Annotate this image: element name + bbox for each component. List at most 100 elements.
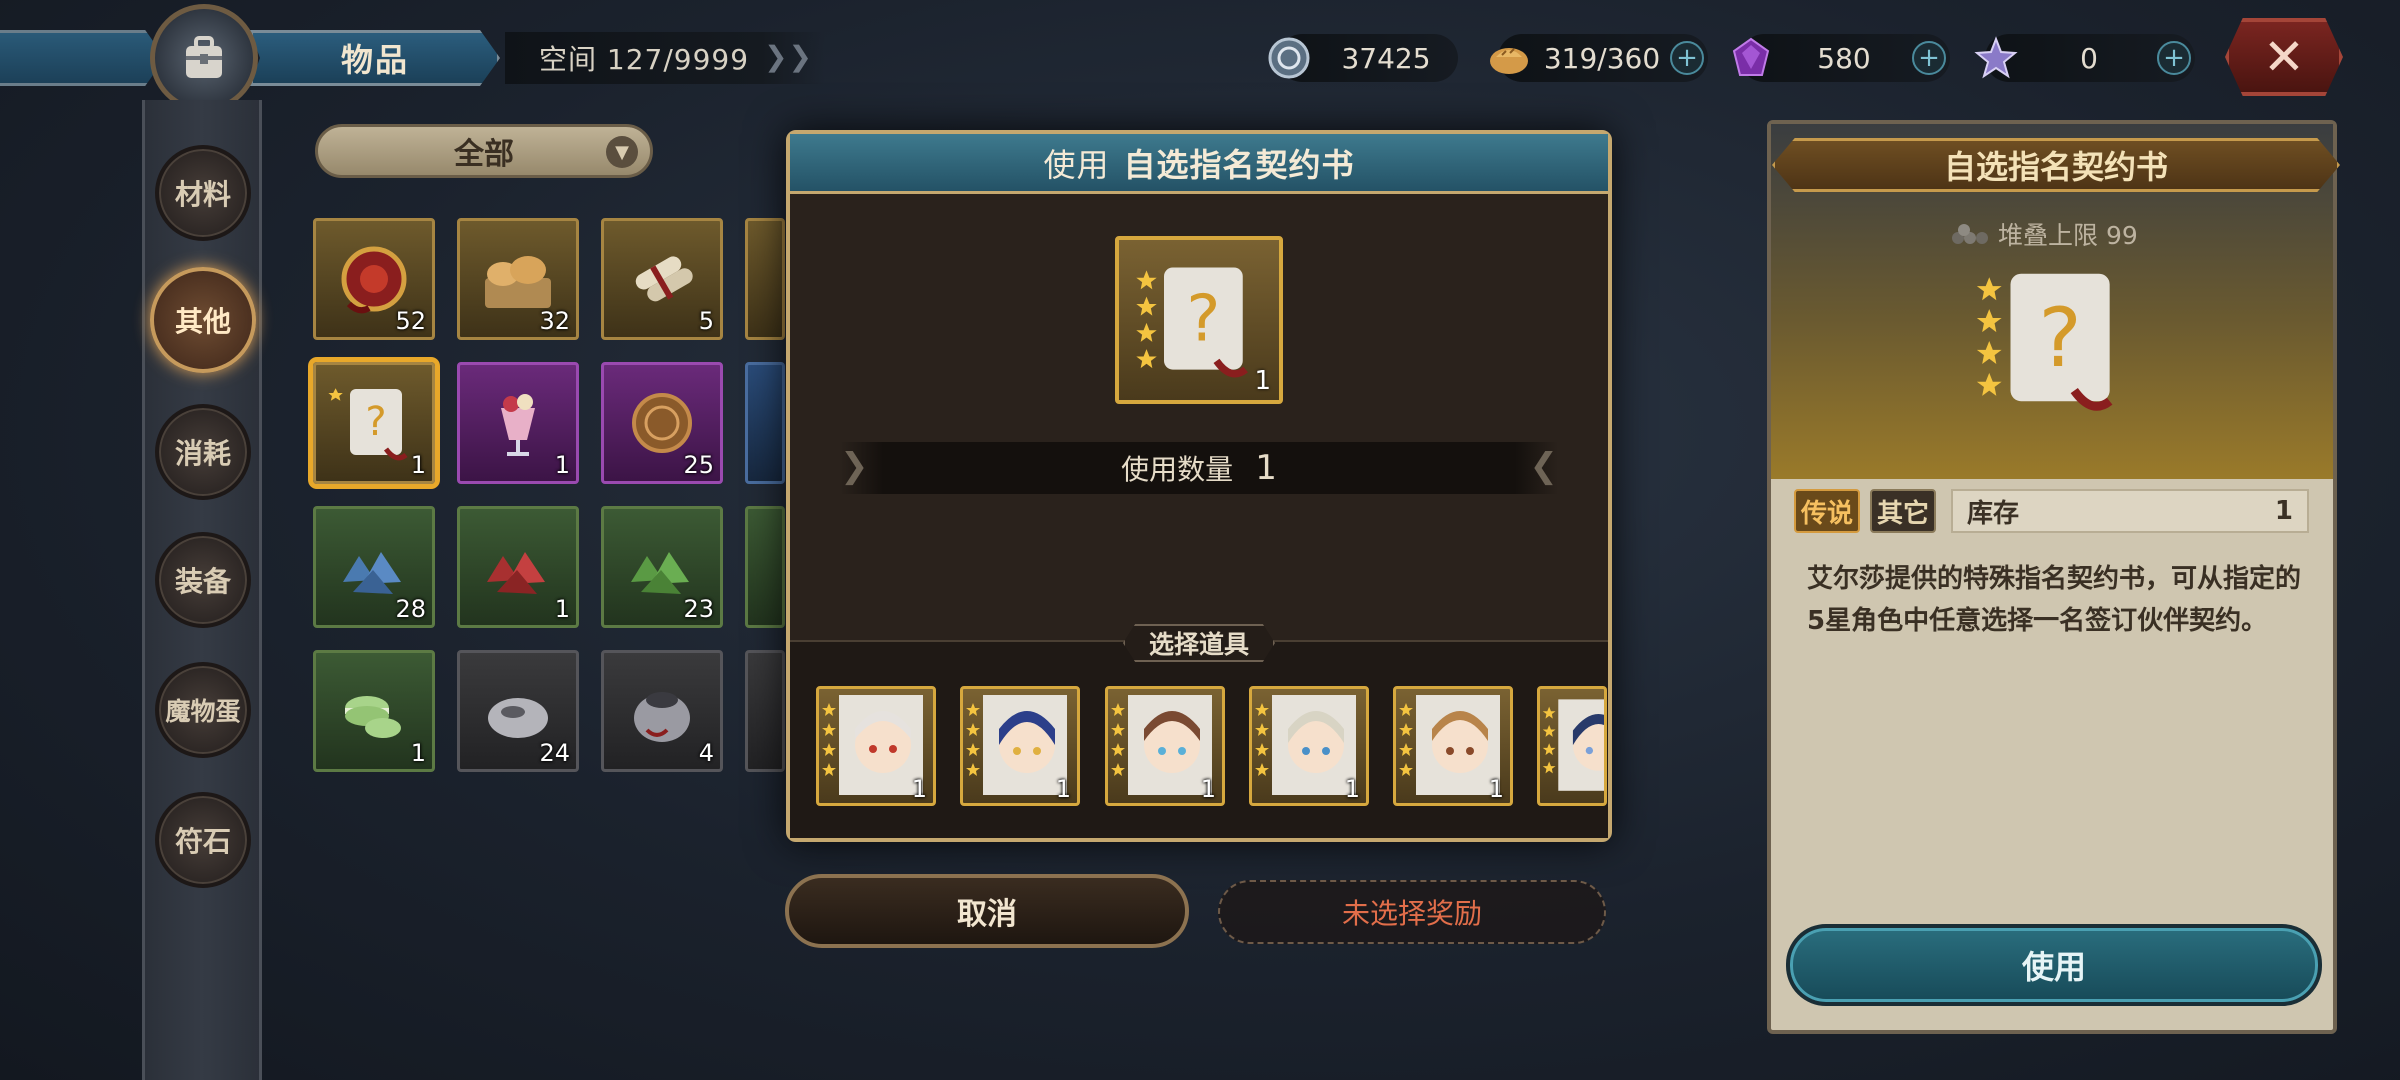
close-button[interactable]: ✕ (2225, 18, 2343, 96)
item-description: 艾尔莎提供的特殊指名契约书，可从指定的5星角色中任意选择一名签订伙伴契约。 (1807, 564, 2302, 636)
parfait-icon (501, 394, 535, 456)
category-tab-label: 装备 (174, 565, 231, 598)
inventory-slot[interactable]: 23 (601, 506, 723, 628)
filter-dropdown[interactable]: 全部 ▼ (315, 124, 653, 178)
inventory-slot-partial[interactable] (745, 650, 785, 772)
detail-title: 自选指名契约书 (1772, 138, 2340, 192)
macaron-icon (345, 696, 401, 738)
svg-text:?: ? (1186, 281, 1220, 356)
silver-coin-icon (1264, 33, 1314, 83)
inventory-slot[interactable]: 32 (457, 218, 579, 340)
contract-scroll-icon: ? (1976, 273, 2113, 411)
inventory-slot[interactable]: 24 (457, 650, 579, 772)
reward-option-3[interactable]: 1 (1105, 686, 1225, 806)
item-count: 52 (395, 307, 426, 335)
chevron-down-icon: ▼ (606, 136, 638, 168)
reward-count: 1 (1200, 775, 1216, 803)
category-tab-label: 材料 (174, 178, 231, 211)
scroll-bundle-icon (635, 256, 693, 302)
reward-count: 1 (1055, 775, 1071, 803)
inventory-slot[interactable]: 5 (601, 218, 723, 340)
svg-text:?: ? (365, 399, 386, 445)
category-tab-other[interactable]: 其他 (150, 267, 256, 373)
currency-gem: 580 + (1732, 34, 1950, 82)
bread-stamina-icon (1484, 33, 1534, 83)
reward-option-4[interactable]: 1 (1249, 686, 1369, 806)
inventory-slot[interactable]: 1 (457, 506, 579, 628)
no-reward-selected-button[interactable]: 未选择奖励 (1218, 880, 1606, 944)
inventory-slot[interactable]: 52 (313, 218, 435, 340)
item-count: 32 (539, 307, 570, 335)
no-reward-label: 未选择奖励 (1341, 897, 1482, 930)
stack-icon (1952, 224, 1988, 244)
cancel-button[interactable]: 取消 (785, 874, 1189, 948)
item-count: 4 (698, 739, 714, 767)
select-items-label: 选择道具 (1123, 624, 1275, 662)
reward-option-6-partial[interactable] (1537, 686, 1607, 806)
add-stamina-button[interactable]: + (1670, 41, 1704, 75)
inventory-slot[interactable]: 4 (601, 650, 723, 772)
stack-limit-text: 堆叠上限 99 (1998, 221, 2138, 250)
quantity-bar: ❯ 使用数量 1 ❮ (840, 442, 1558, 494)
page-title: 物品 (250, 30, 500, 86)
currency-silver-value: 37425 (1341, 41, 1431, 75)
inventory-slot[interactable]: 1 (313, 650, 435, 772)
type-tag: 其它 (1870, 489, 1936, 533)
dialog-item-slot: ? 1 (1115, 236, 1283, 404)
star-crystal-icon (1971, 33, 2021, 83)
reward-option-2[interactable]: 1 (960, 686, 1080, 806)
inventory-space-text: 空间 127/9999 (539, 43, 750, 76)
title-plate-left (0, 30, 165, 86)
chevron-right-icon: ❯❯ (764, 40, 813, 73)
stock-label: 库存 (1967, 498, 2020, 529)
inventory-slot-partial[interactable] (745, 362, 785, 484)
ore-sack-icon (634, 692, 690, 742)
character-portrait-icon (1542, 699, 1604, 791)
contract-scroll-icon: ? (328, 388, 408, 461)
item-count: 1 (554, 595, 570, 623)
quantity-value[interactable]: 1 (1255, 448, 1277, 488)
currency-star-value: 0 (2080, 41, 2098, 75)
add-gem-button[interactable]: + (1912, 41, 1946, 75)
use-label: 使用 (2021, 948, 2086, 986)
reward-count: 1 (911, 775, 927, 803)
dialog-title-item: 自选指名契约书 (1123, 145, 1355, 184)
stock-row: 库存 1 (1951, 489, 2309, 533)
item-count: 1 (410, 739, 426, 767)
filter-label: 全部 (454, 137, 514, 172)
inventory-slot[interactable]: 28 (313, 506, 435, 628)
inventory-slot[interactable]: 1 (457, 362, 579, 484)
cancel-label: 取消 (957, 897, 1017, 932)
category-tab-runes[interactable]: 符石 (155, 792, 251, 888)
backpack-icon (150, 4, 258, 112)
reward-option-5[interactable]: 1 (1393, 686, 1513, 806)
quantity-label: 使用数量 (1121, 453, 1234, 486)
rarity-tag: 传说 (1794, 489, 1860, 533)
item-count: 23 (683, 595, 714, 623)
purple-gem-icon (1726, 33, 1776, 83)
stack-limit: 堆叠上限 99 (1950, 218, 2138, 250)
inventory-slot-partial[interactable] (745, 218, 785, 340)
inventory-slot-partial[interactable] (745, 506, 785, 628)
item-count: 5 (698, 307, 714, 335)
inventory-space: 空间 127/9999 ❯❯ (505, 32, 825, 84)
currency-stamina-value: 319/360 (1543, 41, 1661, 75)
red-ore-icon (487, 552, 545, 594)
category-tab-label: 魔物蛋 (165, 697, 241, 726)
add-star-button[interactable]: + (2157, 41, 2191, 75)
item-count: 28 (395, 595, 426, 623)
item-count: 1 (554, 451, 570, 479)
ornament-left-icon: ❯ (840, 446, 869, 486)
reward-option-1[interactable]: 1 (816, 686, 936, 806)
category-tab-label: 消耗 (174, 437, 231, 470)
currency-gem-value: 580 (1817, 41, 1871, 75)
stock-value: 1 (2274, 496, 2293, 526)
dialog-item-count: 1 (1254, 366, 1271, 396)
category-tab-consumables[interactable]: 消耗 (155, 404, 251, 500)
inventory-slot[interactable]: 25 (601, 362, 723, 484)
inventory-slot-selected[interactable]: ? 1 (313, 362, 435, 484)
category-tab-equipment[interactable]: 装备 (155, 532, 251, 628)
category-tab-materials[interactable]: 材料 (155, 145, 251, 241)
category-tab-monster-eggs[interactable]: 魔物蛋 (155, 662, 251, 758)
use-button[interactable]: 使用 (1786, 924, 2322, 1006)
